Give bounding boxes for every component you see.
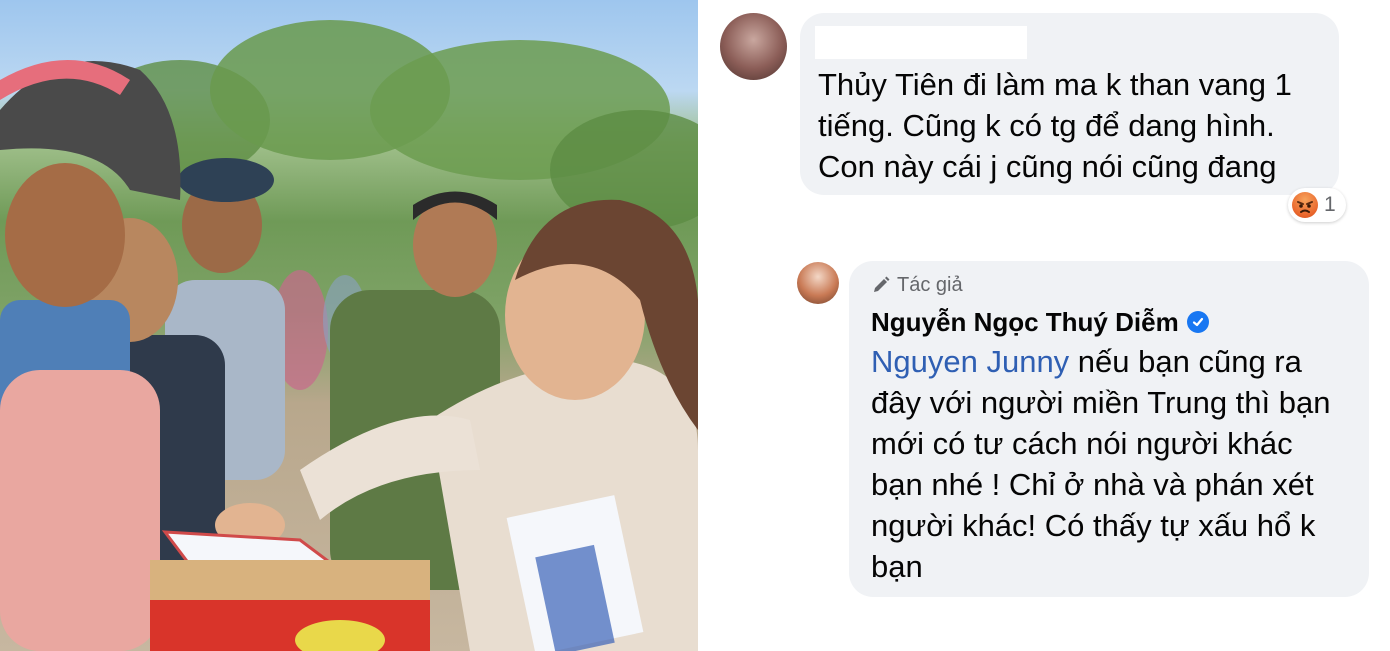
news-photo — [0, 0, 698, 651]
reply-line: mới có tư cách nói người khác — [871, 426, 1293, 461]
comment-line: Con này cái j cũng nói cũng đang — [818, 149, 1277, 184]
reply-line-text: nếu bạn cũng ra — [1069, 344, 1302, 379]
mention-link[interactable]: Nguyen Junny — [871, 344, 1069, 379]
comment-text: Thủy Tiên đi làm ma k than vang 1 tiếng. … — [818, 64, 1292, 187]
author-avatar[interactable] — [797, 262, 839, 304]
author-name[interactable]: Nguyễn Ngọc Thuý Diễm — [871, 306, 1209, 338]
commenter-avatar[interactable] — [720, 13, 787, 80]
pencil-icon — [874, 276, 890, 292]
reply-line: đây với người miền Trung thì bạn — [871, 385, 1331, 420]
comment-line: tiếng. Cũng k có tg để dang hình. — [818, 108, 1275, 143]
reply-line: người khác! Có thấy tự xấu hổ k — [871, 508, 1316, 543]
reaction-summary[interactable]: 1 — [1288, 188, 1346, 222]
reaction-count: 1 — [1324, 193, 1336, 216]
author-name-text[interactable]: Nguyễn Ngọc Thuý Diễm — [871, 306, 1179, 338]
reply-line-1: Nguyen Junny nếu bạn cũng ra — [871, 341, 1330, 382]
reply-text: Nguyen Junny nếu bạn cũng ra đây với ngườ… — [871, 341, 1330, 587]
angry-reaction-icon — [1292, 192, 1318, 218]
reply-line: bạn nhé ! Chỉ ở nhà và phán xét — [871, 467, 1314, 502]
photo-illustration — [0, 20, 698, 651]
redacted-author-name — [815, 26, 1027, 59]
reply-line: bạn — [871, 549, 923, 584]
author-badge: Tác giả — [871, 272, 963, 298]
comment-line: Thủy Tiên đi làm ma k than vang 1 — [818, 67, 1292, 102]
verified-badge-icon — [1186, 311, 1209, 333]
author-tag-label: Tác giả — [897, 274, 963, 296]
